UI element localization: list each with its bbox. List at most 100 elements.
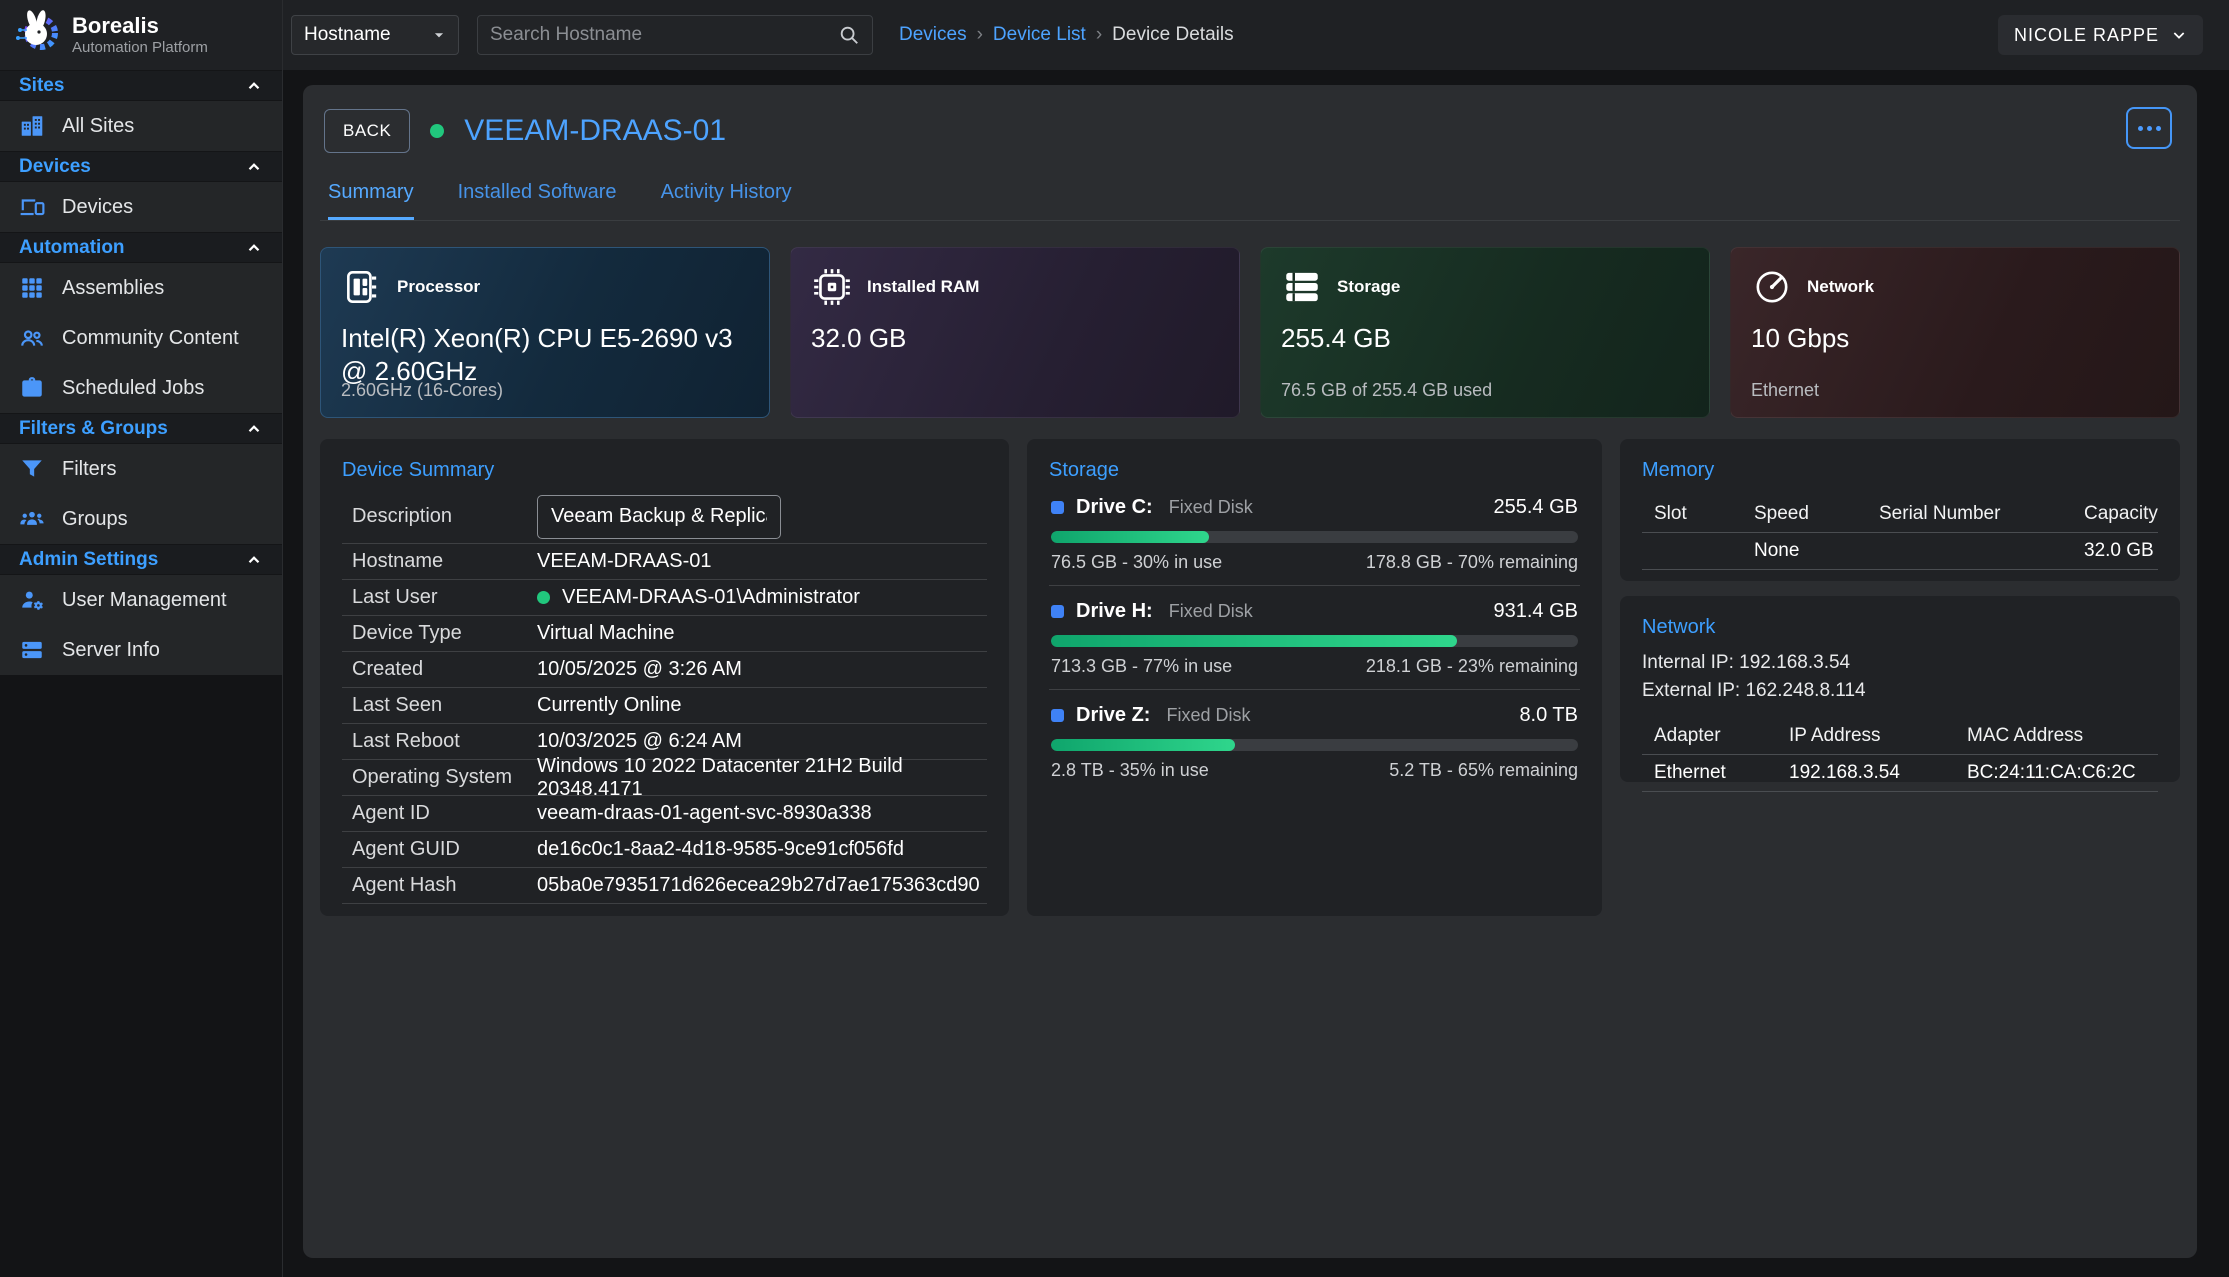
stat-value: 255.4 GB <box>1281 322 1689 355</box>
col-slot: Slot <box>1654 503 1754 525</box>
sidebar: Borealis Automation Platform Sites All S… <box>0 0 283 1277</box>
speedometer-icon <box>1751 266 1793 308</box>
panel-title: Device Summary <box>342 459 987 482</box>
row-value: Virtual Machine <box>537 622 674 645</box>
cpu-icon <box>341 266 383 308</box>
sidebar-section-devices[interactable]: Devices <box>0 151 282 182</box>
row-value: VEEAM-DRAAS-01\Administrator <box>562 586 860 609</box>
row-label: Last Reboot <box>352 730 537 753</box>
tab-activity-history[interactable]: Activity History <box>661 181 792 220</box>
summary-row-last-user: Last User VEEAM-DRAAS-01\Administrator <box>342 580 987 616</box>
drive-type: Fixed Disk <box>1166 705 1250 726</box>
storage-card: Storage 255.4 GB 76.5 GB of 255.4 GB use… <box>1260 247 1710 418</box>
nav-item-label: Server Info <box>62 639 160 662</box>
section-label: Filters & Groups <box>19 418 168 440</box>
sidebar-section-filters-groups[interactable]: Filters & Groups <box>0 413 282 444</box>
summary-row-last-seen: Last Seen Currently Online <box>342 688 987 724</box>
breadcrumb: Devices › Device List › Device Details <box>899 24 1234 46</box>
brand-subtitle: Automation Platform <box>72 39 208 56</box>
memory-table-header: Slot Speed Serial Number Capacity <box>1642 496 2158 532</box>
sidebar-section-admin-settings[interactable]: Admin Settings <box>0 544 282 575</box>
topbar: Hostname Devices › Device List › Device … <box>283 0 2229 70</box>
cell-ip-address: 192.168.3.54 <box>1789 762 1967 784</box>
drive-bullet-icon <box>1051 605 1064 618</box>
row-label: Agent GUID <box>352 838 537 861</box>
stat-value: 10 Gbps <box>1751 322 2159 355</box>
tab-installed-software[interactable]: Installed Software <box>458 181 617 220</box>
cell-speed: None <box>1754 540 1879 562</box>
tab-summary[interactable]: Summary <box>328 181 414 220</box>
nav-item-label: Groups <box>62 508 128 531</box>
chevron-up-icon <box>245 551 263 569</box>
user-menu[interactable]: NICOLE RAPPE <box>1998 15 2203 55</box>
cell-adapter: Ethernet <box>1654 762 1789 784</box>
breadcrumb-devices[interactable]: Devices <box>899 24 967 46</box>
summary-row-agent-guid: Agent GUID de16c0c1-8aa2-4d18-9585-9ce91… <box>342 832 987 868</box>
online-status-dot <box>537 591 550 604</box>
section-label: Sites <box>19 75 64 97</box>
drive-remaining-text: 178.8 GB - 70% remaining <box>1366 552 1578 573</box>
stat-title: Network <box>1807 277 1874 297</box>
row-value: Windows 10 2022 Datacenter 21H2 Build 20… <box>537 755 987 801</box>
search-icon[interactable] <box>838 24 860 46</box>
drive-row-h: Drive H: Fixed Disk 931.4 GB 713.3 GB - … <box>1049 586 1580 690</box>
row-value: 10/03/2025 @ 6:24 AM <box>537 730 742 753</box>
more-actions-button[interactable] <box>2126 107 2172 149</box>
memory-panel: Memory Slot Speed Serial Number Capacity… <box>1620 439 2180 581</box>
nav-item-label: User Management <box>62 589 227 612</box>
chevron-down-icon <box>2171 27 2187 43</box>
stat-title: Storage <box>1337 277 1400 297</box>
sidebar-item-all-sites[interactable]: All Sites <box>0 101 282 151</box>
drive-remaining-text: 218.1 GB - 23% remaining <box>1366 656 1578 677</box>
drive-used-text: 2.8 TB - 35% in use <box>1051 760 1209 781</box>
briefcase-icon <box>19 375 45 401</box>
sidebar-item-groups[interactable]: Groups <box>0 494 282 544</box>
sidebar-item-filters[interactable]: Filters <box>0 444 282 494</box>
row-label: Agent ID <box>352 802 537 825</box>
buildings-icon <box>19 113 45 139</box>
detail-panels: Device Summary Description Hostname VEEA… <box>320 439 2180 916</box>
sidebar-item-user-management[interactable]: User Management <box>0 575 282 625</box>
row-value: 05ba0e7935171d626ecea29b27d7ae175363cd90 <box>537 874 980 897</box>
page-title: VEEAM-DRAAS-01 <box>464 114 726 148</box>
sidebar-item-devices[interactable]: Devices <box>0 182 282 232</box>
nav-item-label: Devices <box>62 196 133 219</box>
network-table-row: Ethernet 192.168.3.54 BC:24:11:CA:C6:2C <box>1642 754 2158 792</box>
drive-usage-bar <box>1051 739 1578 751</box>
drive-bullet-icon <box>1051 501 1064 514</box>
drive-remaining-text: 5.2 TB - 65% remaining <box>1389 760 1578 781</box>
sidebar-item-community-content[interactable]: Community Content <box>0 313 282 363</box>
online-status-dot <box>430 124 444 138</box>
storage-panel: Storage Drive C: Fixed Disk 255.4 GB 76.… <box>1027 439 1602 916</box>
sidebar-section-automation[interactable]: Automation <box>0 232 282 263</box>
description-input[interactable] <box>537 495 781 539</box>
chevron-up-icon <box>245 158 263 176</box>
drive-name: Drive H: <box>1076 600 1153 623</box>
row-label: Description <box>352 505 537 528</box>
row-value: veeam-draas-01-agent-svc-8930a338 <box>537 802 872 825</box>
section-label: Admin Settings <box>19 549 158 571</box>
row-value: de16c0c1-8aa2-4d18-9585-9ce91cf056fd <box>537 838 904 861</box>
search-field-select[interactable]: Hostname <box>291 15 459 55</box>
cell-capacity: 32.0 GB <box>2084 540 2158 562</box>
borealis-rabbit-logo-icon <box>12 8 62 63</box>
sidebar-section-sites[interactable]: Sites <box>0 70 282 101</box>
sidebar-item-server-info[interactable]: Server Info <box>0 625 282 675</box>
nav-item-label: Assemblies <box>62 277 164 300</box>
sidebar-item-scheduled-jobs[interactable]: Scheduled Jobs <box>0 363 282 413</box>
row-value: VEEAM-DRAAS-01 <box>537 550 712 573</box>
back-button[interactable]: BACK <box>324 109 410 153</box>
sidebar-item-assemblies[interactable]: Assemblies <box>0 263 282 313</box>
processor-card: Processor Intel(R) Xeon(R) CPU E5-2690 v… <box>320 247 770 418</box>
search-input[interactable] <box>490 24 838 46</box>
drive-bullet-icon <box>1051 709 1064 722</box>
section-label: Devices <box>19 156 91 178</box>
network-card: Network 10 Gbps Ethernet <box>1730 247 2180 418</box>
summary-row-agent-id: Agent ID veeam-draas-01-agent-svc-8930a3… <box>342 796 987 832</box>
breadcrumb-device-list[interactable]: Device List <box>993 24 1086 46</box>
summary-row-operating-system: Operating System Windows 10 2022 Datacen… <box>342 760 987 796</box>
drive-usage-bar <box>1051 635 1578 647</box>
drive-row-z: Drive Z: Fixed Disk 8.0 TB 2.8 TB - 35% … <box>1049 690 1580 793</box>
row-label: Last User <box>352 586 537 609</box>
summary-row-agent-hash: Agent Hash 05ba0e7935171d626ecea29b27d7a… <box>342 868 987 904</box>
